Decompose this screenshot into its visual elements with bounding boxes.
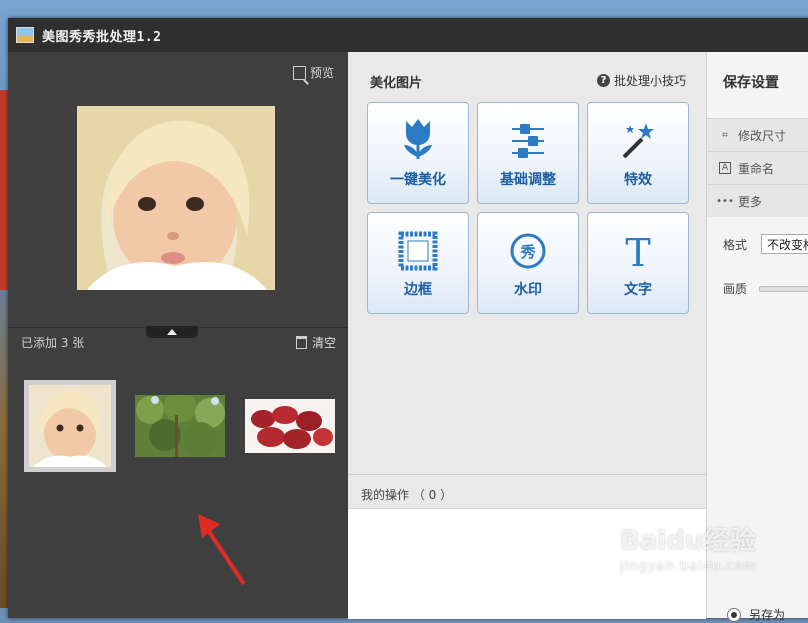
tool-label: 基础调整: [500, 172, 556, 188]
tool-label: 特效: [624, 172, 652, 188]
title-bar[interactable]: 美图秀秀批处理1.2: [8, 18, 808, 52]
baby-thumbnail-image: [29, 385, 111, 467]
radio-button[interactable]: [727, 607, 741, 622]
clear-button[interactable]: 清空: [295, 334, 336, 351]
watermark-seal-icon: 秀: [510, 233, 546, 269]
thumbnail-list: [24, 380, 336, 472]
tool-label: 水印: [514, 282, 542, 298]
effects-button[interactable]: 特效: [587, 102, 689, 204]
preview-icon: [292, 65, 306, 80]
added-count: 已添加 3 张: [21, 336, 85, 350]
help-icon: ?: [596, 74, 610, 87]
trash-icon: [295, 336, 307, 349]
thumbnail-dates[interactable]: [244, 380, 336, 472]
tulip-icon: [404, 119, 432, 159]
save-as-label: 另存为: [749, 608, 786, 622]
thumbnail-tree[interactable]: [134, 380, 226, 472]
rename-label: 重命名: [738, 161, 775, 176]
resize-label: 修改尺寸: [738, 128, 787, 143]
format-label: 格式: [723, 238, 748, 252]
more-label: 更多: [738, 194, 763, 209]
thumbnail-baby[interactable]: [24, 380, 116, 472]
text-button[interactable]: T 文字: [587, 212, 689, 314]
watermark-brand: Baidu经验: [620, 526, 756, 556]
watermark-url: jingyan.baidu.com: [620, 559, 757, 574]
frame-button[interactable]: 边框: [367, 212, 469, 314]
tool-label: 一键美化: [390, 172, 446, 188]
tool-label: 边框: [404, 282, 432, 298]
annotation-arrow: [198, 514, 246, 586]
caret-up-icon: [167, 329, 177, 335]
frame-icon: [398, 231, 438, 271]
text-T-icon: T: [625, 231, 650, 271]
app-icon: [16, 27, 34, 43]
quality-label: 画质: [723, 282, 748, 296]
tree-thumbnail-image: [135, 395, 225, 457]
collapse-toggle[interactable]: [146, 326, 198, 338]
basic-adjust-button[interactable]: 基础调整: [477, 102, 579, 204]
save-settings-title: 保存设置: [723, 75, 779, 91]
preview-label: 预览: [309, 66, 334, 80]
resize-option[interactable]: ⌗ 修改尺寸: [707, 118, 808, 151]
beautify-heading: 美化图片: [370, 76, 423, 91]
tips-link[interactable]: ? 批处理小技巧: [596, 72, 686, 89]
sliders-icon: [512, 124, 544, 158]
my-operations-label: 我的操作 （ 0 ）: [361, 488, 453, 502]
tool-label: 文字: [624, 282, 652, 298]
one-click-beautify-button[interactable]: 一键美化: [367, 102, 469, 204]
format-select[interactable]: 不改变格式: [761, 234, 808, 254]
preview-button[interactable]: 预览: [292, 64, 334, 81]
desktop-decoration: [0, 90, 8, 290]
svg-text:秀: 秀: [519, 243, 536, 261]
watermark-button[interactable]: 秀 水印: [477, 212, 579, 314]
save-as-option[interactable]: 另存为: [727, 606, 785, 623]
ops-divider: [348, 474, 706, 475]
baidu-watermark: Baidu经验 jingyan.baidu.com: [620, 520, 757, 574]
rename-icon: A: [719, 162, 731, 174]
preview-image: [77, 106, 275, 290]
svg-text:T: T: [625, 231, 650, 271]
clear-label: 清空: [311, 336, 336, 350]
dates-thumbnail-image: [245, 399, 335, 453]
more-dots-icon: •••: [716, 195, 734, 207]
quality-slider[interactable]: [759, 286, 808, 292]
crop-icon: ⌗: [722, 129, 728, 141]
magic-wand-icon: [622, 123, 654, 159]
tips-label: 批处理小技巧: [613, 74, 686, 88]
more-option[interactable]: ••• 更多: [707, 184, 808, 217]
window-title: 美图秀秀批处理1.2: [42, 29, 162, 45]
image-list-panel: 预览 已添加 3 张 清空: [8, 52, 348, 618]
rename-option[interactable]: A 重命名: [707, 151, 808, 184]
tool-grid: 一键美化 基础调整 特效 边框 秀 水印 T 文字: [367, 102, 689, 314]
